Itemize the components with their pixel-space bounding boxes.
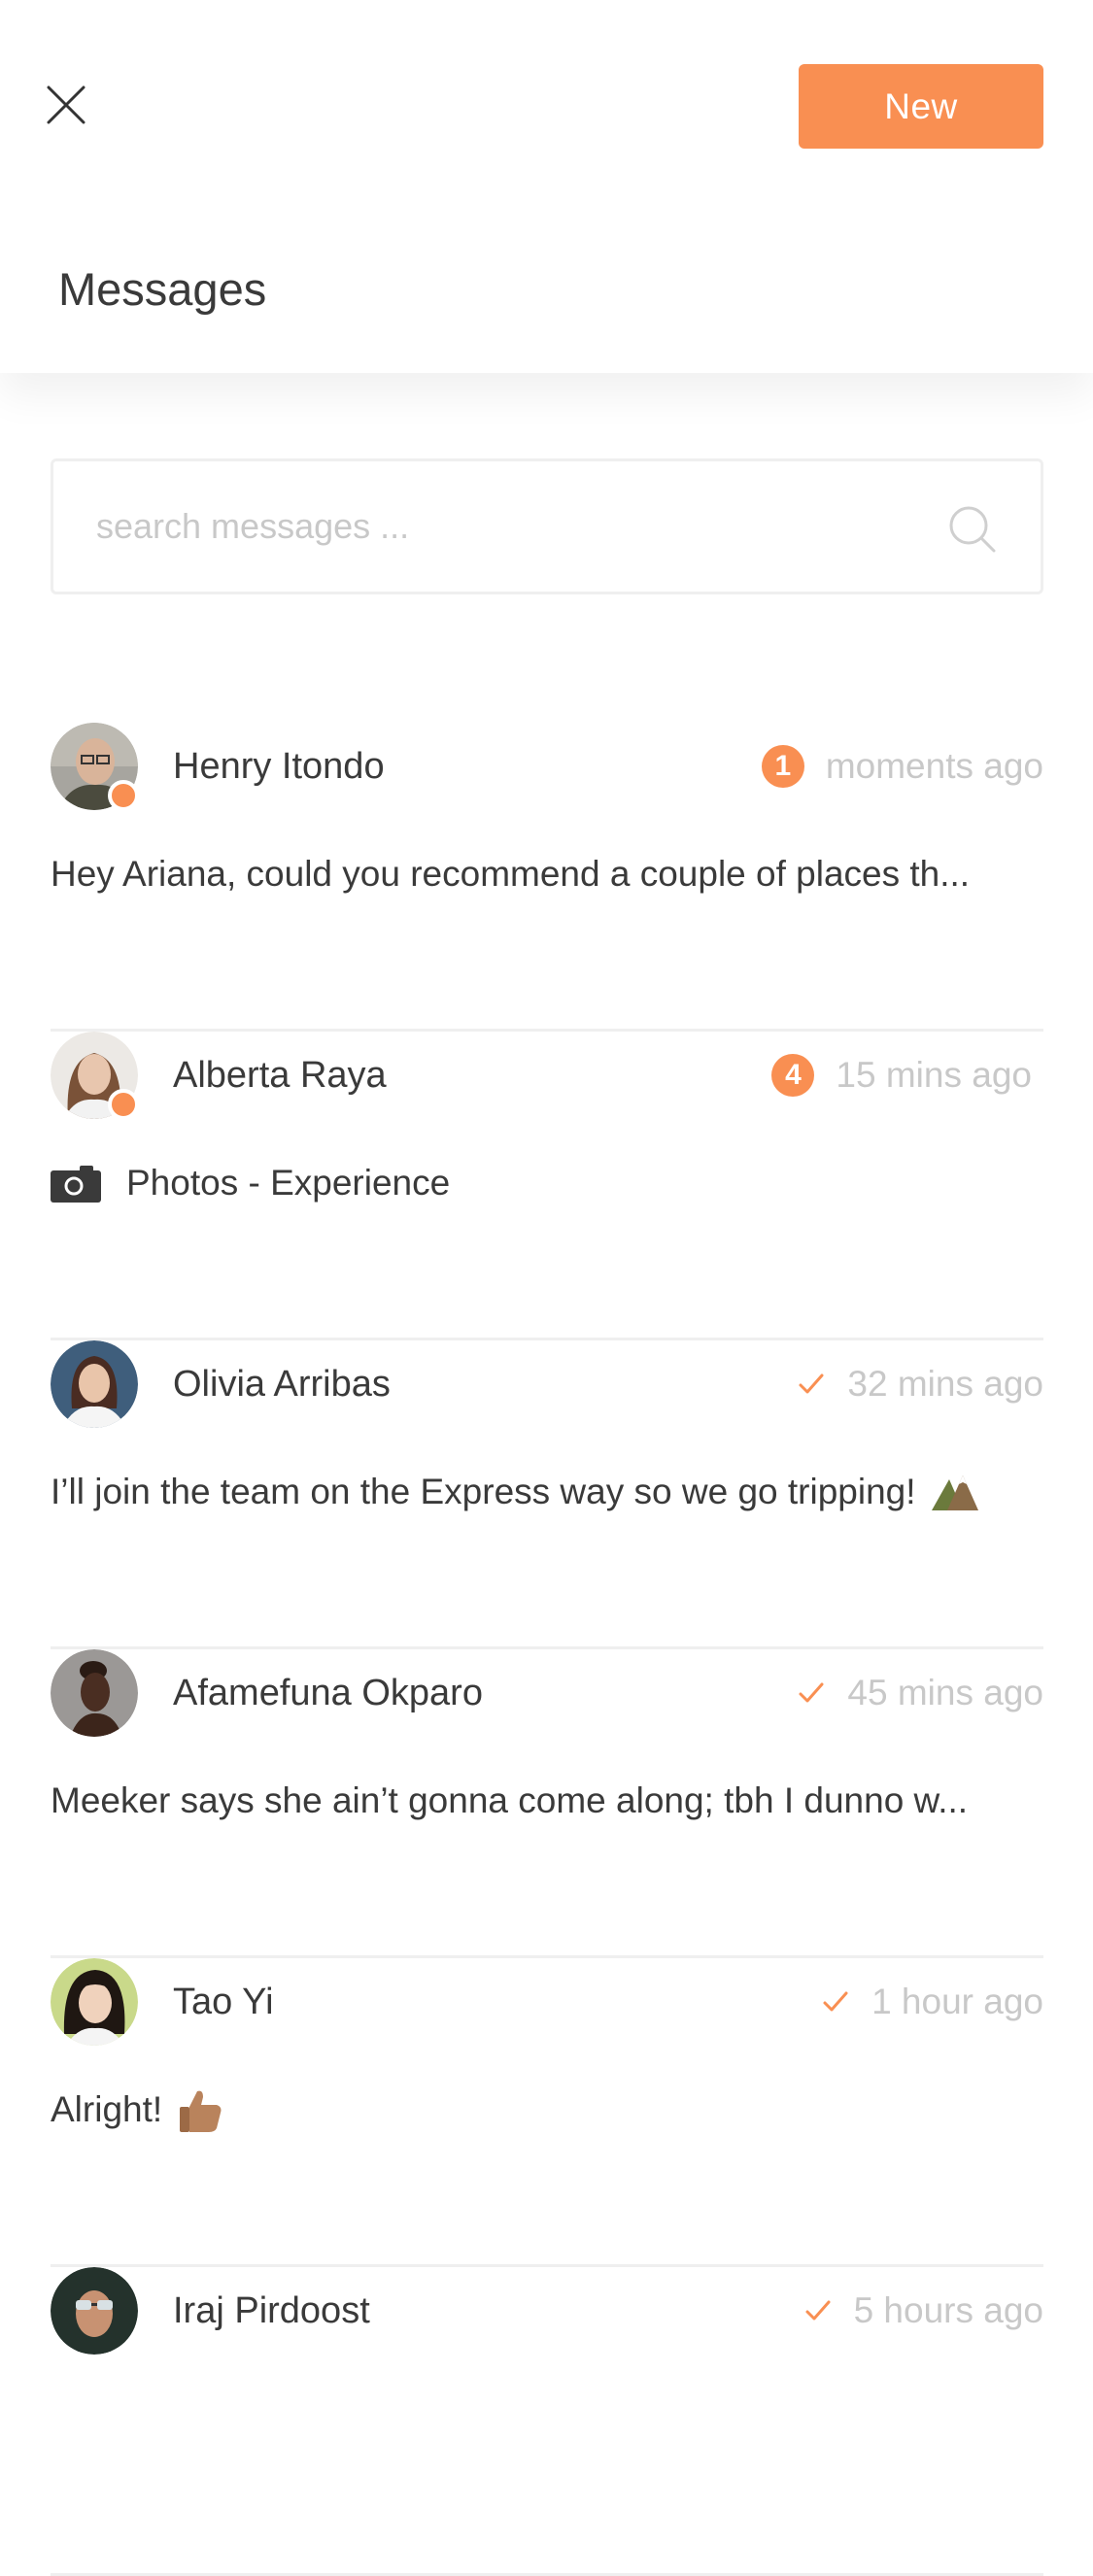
preview-text: I’ll join the team on the Express way so… [51,1472,916,1511]
timestamp: moments ago [825,746,1043,786]
avatar[interactable] [51,1032,139,1120]
header-bar: New Messages [0,0,1093,373]
timestamp: 15 mins ago [836,1055,1032,1095]
conversation-item[interactable]: Henry Itondo 1 moments ago Hey Ariana, c… [51,723,1043,1032]
page-title: Messages [58,263,267,315]
message-meta: 45 mins ago [797,1669,1043,1717]
preview-text: Photos - Experience [126,1163,451,1203]
timestamp: 45 mins ago [847,1673,1043,1712]
check-icon [799,1373,824,1394]
conversation-item[interactable]: Alberta Raya 4 15 mins ago Photos - Expe… [51,1032,1043,1340]
avatar[interactable] [51,2267,138,2355]
message-meta: 32 mins ago [797,1360,1043,1408]
conversation-item[interactable]: Afamefuna Okparo 45 mins ago Meeker says… [51,1649,1043,1958]
message-preview: I’ll join the team on the Express way so… [51,1465,1043,1519]
avatar[interactable] [51,723,139,811]
unread-badge: 4 [771,1054,815,1097]
preview-text: Alright! [51,2089,163,2129]
avatar[interactable] [51,1340,138,1428]
timestamp: 32 mins ago [847,1364,1043,1404]
check-icon [823,1991,848,2012]
conversation-item[interactable]: Iraj Pirdoost 5 hours ago [51,2267,1043,2576]
message-preview: Hey Ariana, could you recommend a couple… [51,847,1043,901]
message-preview: Meeker says she ain’t gonna come along; … [51,1774,1043,1828]
avatar-image [51,1958,138,2046]
check-icon [805,2300,831,2321]
message-meta: 1 hour ago [821,1978,1043,2026]
contact-name: Iraj Pirdoost [173,2290,370,2331]
search-input[interactable] [96,461,932,592]
timestamp: 1 hour ago [871,1982,1043,2021]
avatar[interactable] [51,1649,138,1737]
contact-name: Henry Itondo [173,746,385,787]
message-preview: Alright! [51,2083,1043,2137]
preview-text: Hey Ariana, could you recommend a couple… [51,854,971,894]
avatar-image [51,2267,138,2355]
contact-name: Olivia Arribas [173,1364,391,1405]
search-icon[interactable] [947,504,998,555]
contact-name: Alberta Raya [173,1055,387,1096]
conversation-item[interactable]: Tao Yi 1 hour ago Alright! [51,1958,1043,2267]
message-meta: 5 hours ago [803,2287,1043,2335]
message-meta: 4 15 mins ago [771,1051,1032,1100]
mountain-emoji [931,1475,978,1510]
check-icon [799,1682,824,1703]
avatar-image [51,1340,138,1428]
new-message-button[interactable]: New [799,64,1043,149]
message-meta: 1 moments ago [761,742,1043,791]
conversation-item[interactable]: Olivia Arribas 32 mins ago I’ll join the… [51,1340,1043,1649]
timestamp: 5 hours ago [853,2290,1043,2330]
avatar-image [51,1649,138,1737]
online-indicator [108,1089,139,1120]
message-preview: Photos - Experience [51,1156,1043,1210]
preview-text: Meeker says she ain’t gonna come along; … [51,1780,969,1820]
unread-badge: 1 [761,745,804,788]
close-icon[interactable] [43,82,89,128]
avatar[interactable] [51,1958,138,2046]
contact-name: Tao Yi [173,1982,274,2022]
thumbs-up-emoji [180,2090,222,2132]
message-preview [51,2391,1043,2446]
contact-name: Afamefuna Okparo [173,1673,483,1713]
search-box[interactable] [51,458,1043,594]
online-indicator [108,780,139,811]
camera-icon [51,1166,101,1203]
